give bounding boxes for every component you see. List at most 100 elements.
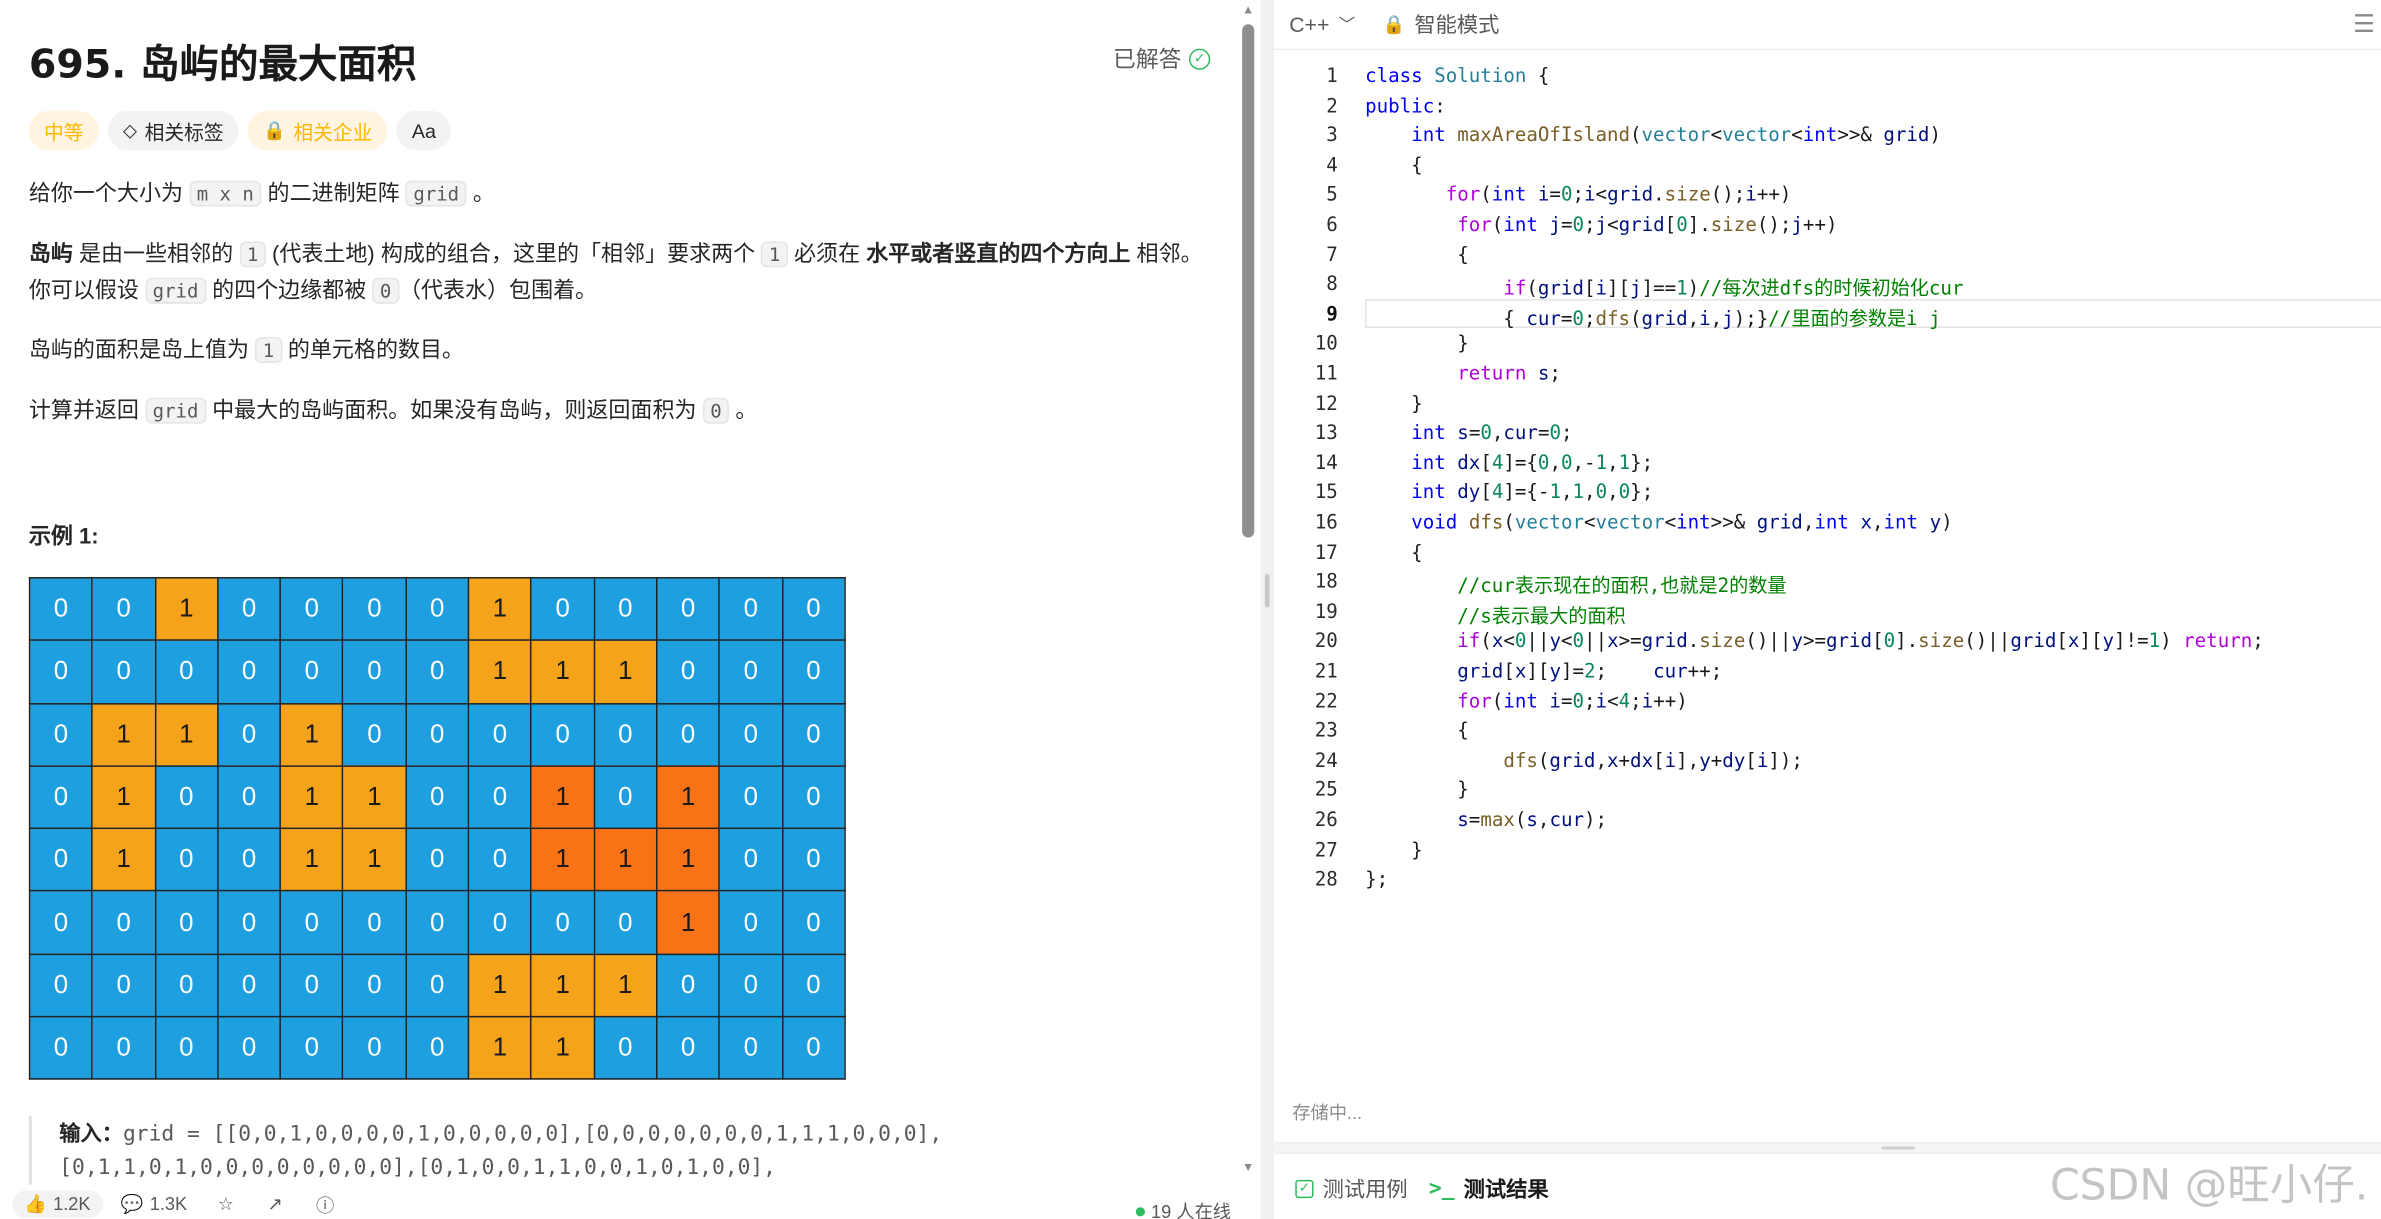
- grid-cell: 0: [655, 639, 721, 704]
- grid-cell: 0: [655, 702, 721, 767]
- code-line[interactable]: };: [1365, 867, 1388, 890]
- code-line[interactable]: for(int i=0;i<4;i++): [1365, 689, 1687, 712]
- grid-cell: 0: [530, 577, 595, 642]
- like-button[interactable]: 👍 1.2K: [12, 1190, 103, 1218]
- grid-cell: 0: [405, 765, 470, 830]
- grid-cell: 0: [91, 577, 156, 642]
- lock-icon: 🔒: [263, 119, 286, 142]
- code-line[interactable]: }: [1365, 391, 1423, 414]
- code-line[interactable]: void dfs(vector<vector<int>>& grid,int x…: [1365, 510, 1952, 533]
- grid-row: 0100110010100: [28, 765, 846, 830]
- grid-row: 0000000111000: [28, 639, 846, 704]
- code-line[interactable]: for(int j=0;j<grid[0].size();j++): [1365, 213, 1837, 236]
- comment-count: 1.3K: [149, 1193, 188, 1215]
- tab-test-result[interactable]: >_ 测试结果: [1429, 1173, 1549, 1203]
- code-line[interactable]: int s=0,cur=0;: [1365, 421, 1572, 444]
- code-line[interactable]: }: [1365, 778, 1469, 801]
- grid-cell: 0: [718, 1015, 783, 1081]
- code-line[interactable]: if(x<0||y<0||x>=grid.size()||y>=grid[0].…: [1365, 629, 2264, 652]
- code-line[interactable]: }: [1365, 838, 1423, 861]
- grid-cell: 0: [718, 765, 783, 830]
- code-line[interactable]: if(grid[i][j]==1)//每次进dfs的时候初始化cur: [1365, 272, 1963, 301]
- panel-resizer[interactable]: [1260, 0, 1275, 1219]
- example-title: 示例 1:: [28, 525, 99, 550]
- menu-icon[interactable]: ☰: [2353, 9, 2375, 39]
- help-icon: ⓘ: [316, 1194, 335, 1216]
- line-number: 4: [1326, 153, 1338, 176]
- code-line[interactable]: //s表示最大的面积: [1365, 599, 1625, 628]
- grid-cell: 0: [279, 577, 344, 642]
- inline-code: 1: [255, 337, 282, 363]
- code-line[interactable]: //cur表示现在的面积,也就是2的数量: [1365, 570, 1786, 599]
- mode-toggle[interactable]: 🔒 智能模式: [1383, 9, 1500, 39]
- resize-grip[interactable]: [1264, 573, 1270, 608]
- code-line[interactable]: grid[x][y]=2; cur++;: [1365, 659, 1722, 682]
- code-line[interactable]: int dx[4]={0,0,-1,1};: [1365, 451, 1653, 474]
- help-button[interactable]: ⓘ: [316, 1191, 334, 1217]
- grid-cell: 1: [593, 953, 658, 1018]
- grid-cell: 0: [342, 1015, 407, 1081]
- grid-cell: 0: [718, 639, 783, 704]
- grid-cell: 0: [154, 639, 219, 704]
- grid-cell: 0: [28, 702, 94, 767]
- code-line[interactable]: for(int i=0;i<grid.size();i++): [1365, 183, 1792, 206]
- splitter-grip[interactable]: [1881, 1146, 1915, 1150]
- grid-row: 0110100000000: [28, 702, 846, 767]
- grid-cell: 0: [718, 577, 783, 642]
- description-scrollbar[interactable]: ▲ ▼: [1239, 0, 1257, 1184]
- difficulty-label: 中等: [44, 120, 84, 144]
- code-line[interactable]: int dy[4]={-1,1,0,0};: [1365, 480, 1653, 503]
- text-run: 是由一些相邻的: [72, 242, 240, 268]
- grid-cell: 0: [593, 577, 658, 642]
- grid-cell: 0: [342, 953, 407, 1018]
- line-number: 27: [1314, 837, 1338, 861]
- grid-cell: 0: [216, 702, 282, 767]
- code-line[interactable]: {: [1365, 242, 1469, 265]
- code-line[interactable]: }: [1365, 332, 1469, 355]
- grid-cell: 0: [91, 890, 156, 955]
- grid-cell: 1: [530, 765, 595, 830]
- code-line[interactable]: {: [1365, 153, 1423, 176]
- inline-code: 1: [761, 241, 788, 268]
- scrollbar-thumb[interactable]: [1242, 24, 1255, 538]
- code-line[interactable]: {: [1365, 719, 1469, 742]
- grid-cell: 0: [279, 953, 344, 1018]
- line-number: 15: [1314, 480, 1338, 504]
- code-line[interactable]: s=max(s,cur);: [1365, 808, 1607, 831]
- text-run: (代表土地) 构成的组合，这里的「相邻」要求两个: [265, 242, 762, 268]
- code-line[interactable]: dfs(grid,x+dx[i],y+dy[i]);: [1365, 748, 1803, 771]
- description-paragraph-2: 岛屿 是由一些相邻的 1 (代表土地) 构成的组合，这里的「相邻」要求两个 1 …: [29, 237, 1221, 310]
- grid-cell: 0: [655, 1015, 721, 1081]
- code-line[interactable]: class Solution {: [1365, 64, 1549, 87]
- grid-cell: 0: [28, 639, 94, 704]
- scroll-up-icon[interactable]: ▲: [1242, 3, 1254, 17]
- thumbs-up-icon: 👍: [24, 1193, 48, 1215]
- code-line[interactable]: int maxAreaOfIsland(vector<vector<int>>&…: [1365, 123, 1941, 146]
- favorite-button[interactable]: ☆: [218, 1194, 234, 1215]
- related-companies-button[interactable]: 🔒 相关企业: [247, 110, 388, 151]
- code-line[interactable]: return s;: [1365, 361, 1561, 384]
- line-number: 5: [1326, 182, 1338, 206]
- grid-cell: 0: [405, 827, 470, 893]
- code-line[interactable]: { cur=0;dfs(grid,i,j);}//里面的参数是i j: [1365, 302, 1940, 331]
- grid-cell: 1: [655, 827, 721, 893]
- code-line[interactable]: {: [1365, 540, 1423, 563]
- grid-cell: 0: [718, 890, 783, 955]
- grid-cell: 1: [91, 827, 156, 893]
- grid-cell: 0: [405, 577, 470, 642]
- tab-testcase[interactable]: ✓ 测试用例: [1295, 1173, 1408, 1203]
- code-line[interactable]: public:: [1365, 94, 1446, 117]
- text-run: 的单元格的数目。: [281, 338, 465, 363]
- scroll-down-icon[interactable]: ▼: [1242, 1160, 1254, 1174]
- related-tags-button[interactable]: ◇ 相关标签: [107, 110, 239, 151]
- grid-cell: 0: [655, 953, 721, 1018]
- translate-button[interactable]: Aa: [396, 110, 452, 151]
- difficulty-tag[interactable]: 中等: [28, 110, 99, 151]
- share-button[interactable]: ↗: [267, 1194, 282, 1215]
- language-select[interactable]: C++ ﹀: [1289, 12, 1355, 36]
- grid-cell: 1: [342, 827, 407, 893]
- line-number: 12: [1314, 391, 1338, 414]
- text-run: 必须在: [787, 242, 867, 268]
- comments-button[interactable]: 💬 1.3K: [121, 1194, 187, 1215]
- grid-cell: 0: [781, 639, 846, 704]
